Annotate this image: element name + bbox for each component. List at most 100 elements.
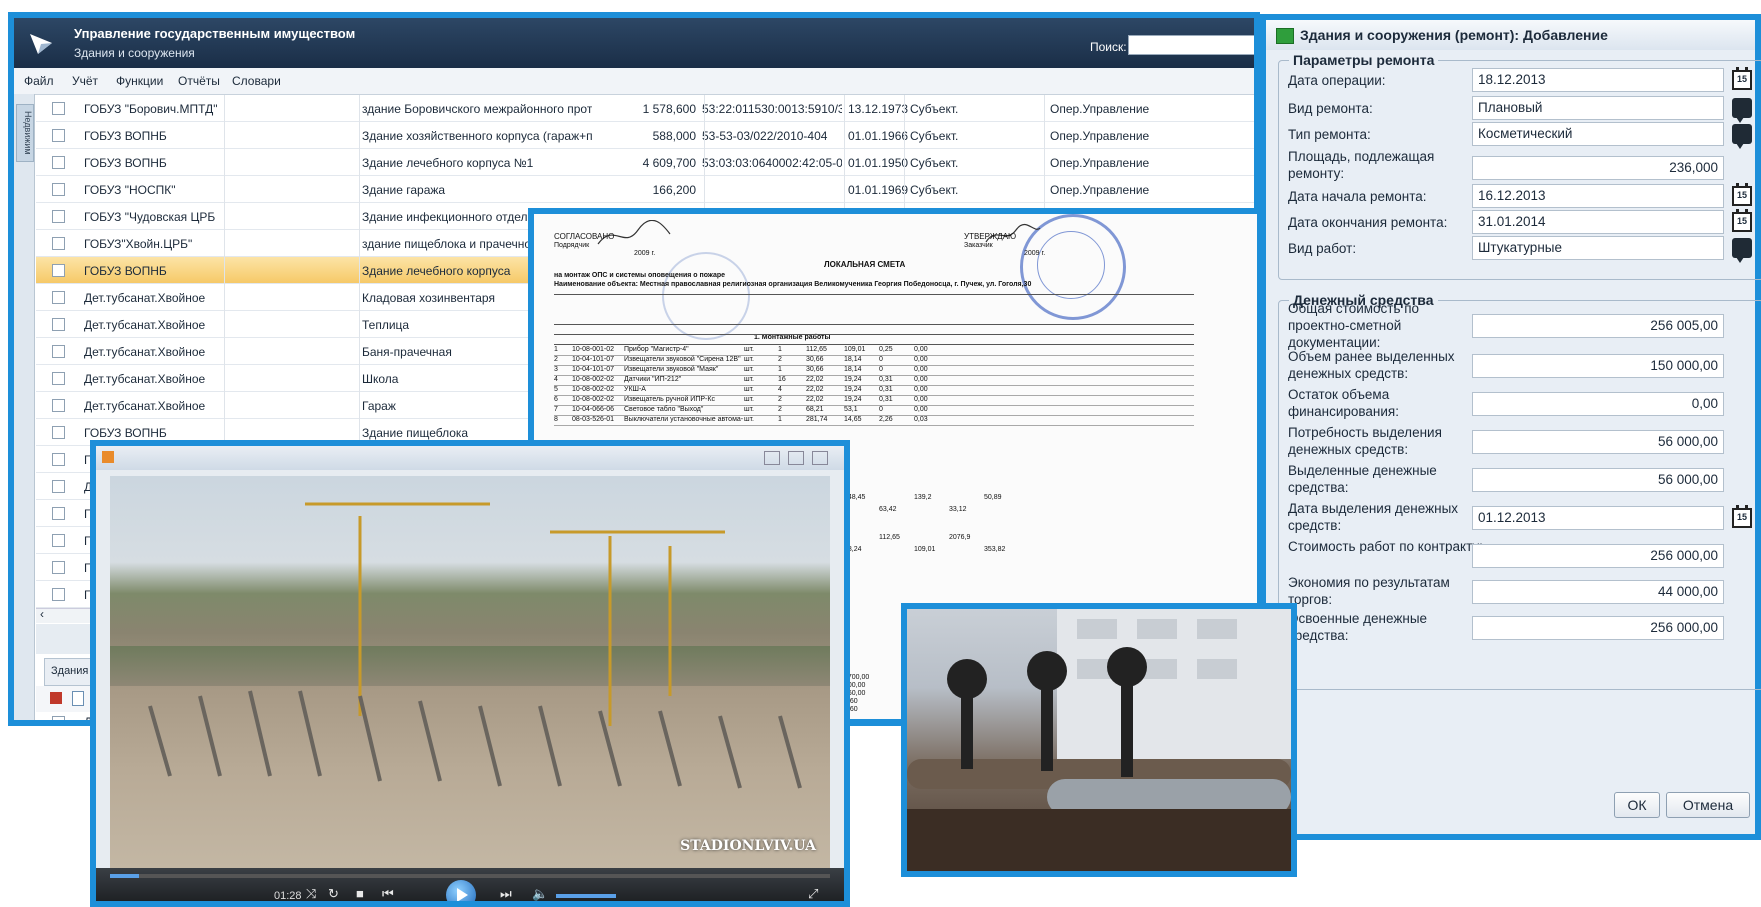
delete-icon[interactable] — [50, 692, 62, 704]
stop-icon[interactable]: ■ — [356, 886, 364, 901]
row-checkbox[interactable] — [52, 156, 65, 169]
table-rule — [554, 425, 1194, 426]
doc-contractor: Подрядчик — [554, 242, 590, 249]
new-document-icon[interactable] — [72, 691, 84, 706]
estimate-cell: 0,00 — [914, 396, 928, 403]
seek-bar[interactable] — [110, 874, 830, 878]
estimate-value: 109,01 — [914, 546, 936, 553]
table-row[interactable]: ГОБУЗ "Борович.МПТД" здание Боровичского … — [36, 95, 1254, 122]
play-button[interactable] — [446, 880, 476, 901]
field-input[interactable]: 56 000,00 — [1472, 468, 1724, 492]
row-checkbox[interactable] — [52, 480, 65, 493]
minimize-icon[interactable] — [764, 451, 780, 465]
row-checkbox[interactable] — [52, 372, 65, 385]
comment-icon[interactable] — [1732, 98, 1752, 123]
fullscreen-icon[interactable]: ⤢ — [808, 886, 818, 901]
estimate-cell: 16 — [778, 376, 786, 383]
row-checkbox[interactable] — [52, 102, 65, 115]
field-input[interactable]: 18.12.2013 — [1472, 68, 1724, 92]
field-input[interactable]: 44 000,00 — [1472, 580, 1724, 604]
field-label: Дата операции: — [1288, 73, 1386, 88]
app-logo-icon — [30, 34, 52, 54]
field-input[interactable]: Косметический — [1472, 122, 1724, 146]
calendar-icon[interactable]: 15 — [1732, 183, 1752, 206]
app-header: Управление государственным имуществом Зд… — [14, 18, 1254, 68]
field-label: Вид работ: — [1288, 241, 1357, 256]
doc-year-left: 2009 г. — [634, 250, 656, 257]
seek-progress — [110, 874, 139, 878]
row-checkbox[interactable] — [52, 264, 65, 277]
menu-file[interactable]: Файл — [24, 74, 54, 88]
app-subtitle: Здания и сооружения — [74, 46, 195, 60]
estimate-cell: Световое табло "Выход" — [624, 406, 704, 413]
cell-organization: Дет.тубсанат.Хвойное — [84, 372, 206, 386]
calendar-icon[interactable]: 15 — [1732, 209, 1752, 232]
field-input[interactable]: 31.01.2014 — [1472, 210, 1724, 234]
estimate-cell: Датчики "ИП-212" — [624, 376, 682, 383]
scroll-left-icon[interactable]: ‹ — [40, 607, 44, 621]
row-checkbox[interactable] — [52, 291, 65, 304]
table-row[interactable]: ГОБУЗ ВОПНБ Здание лечебного корпуса №1 4 … — [36, 149, 1254, 176]
doc-agreed: СОГЛАСОВАНО — [554, 232, 615, 241]
side-tab-realty[interactable]: Недвижим — [16, 104, 34, 162]
field-input[interactable]: Штукатурные — [1472, 236, 1724, 260]
calendar-icon[interactable]: 15 — [1732, 505, 1752, 528]
cancel-button[interactable]: Отмена — [1666, 792, 1750, 818]
repeat-icon[interactable]: ↻ — [328, 886, 339, 901]
field-input[interactable]: 256 005,00 — [1472, 314, 1724, 338]
comment-icon[interactable] — [1732, 238, 1752, 263]
table-row[interactable]: ГОБУЗ ВОПНБ Здание хозяйственного корпуса… — [36, 122, 1254, 149]
field-input[interactable]: Плановый — [1472, 96, 1724, 120]
cell-date: 01.01.1966 — [848, 129, 909, 143]
table-row[interactable]: ГОБУЗ "НОСПК" Здание гаража 166,200 01.01.1… — [36, 176, 1254, 203]
shuffle-icon[interactable]: ⤨ — [306, 886, 316, 901]
estimate-cell: 19,24 — [844, 396, 862, 403]
field-input[interactable]: 150 000,00 — [1472, 354, 1724, 378]
field-input[interactable]: 01.12.2013 — [1472, 506, 1724, 530]
field-label: Объем ранее выделенных денежных средств: — [1288, 349, 1455, 381]
estimate-cell: шт. — [744, 396, 754, 403]
field-input[interactable]: 256 000,00 — [1472, 616, 1724, 640]
row-checkbox[interactable] — [52, 426, 65, 439]
comment-icon[interactable] — [1732, 124, 1752, 149]
pipes-photo — [901, 603, 1297, 877]
field-label: Остаток объема финансирования: — [1288, 387, 1399, 419]
row-checkbox[interactable] — [52, 345, 65, 358]
row-checkbox[interactable] — [52, 183, 65, 196]
field-input[interactable]: 16.12.2013 — [1472, 184, 1724, 208]
row-checkbox[interactable] — [52, 129, 65, 142]
ok-button[interactable]: ОК — [1614, 792, 1660, 818]
menu-dictionaries[interactable]: Словари — [232, 74, 281, 88]
estimate-cell: 10-08-001-02 — [572, 346, 615, 353]
row-checkbox[interactable] — [52, 507, 65, 520]
field-input[interactable]: 236,000 — [1472, 156, 1724, 180]
close-icon[interactable] — [812, 451, 828, 465]
restore-icon[interactable] — [788, 451, 804, 465]
search-input[interactable] — [1128, 35, 1254, 55]
row-checkbox[interactable] — [52, 534, 65, 547]
row-checkbox[interactable] — [52, 561, 65, 574]
row-checkbox[interactable] — [52, 318, 65, 331]
row-checkbox[interactable] — [52, 453, 65, 466]
volume-icon[interactable]: 🔈 — [532, 886, 548, 901]
field-input[interactable]: 256 000,00 — [1472, 544, 1724, 568]
row-checkbox[interactable] — [52, 210, 65, 223]
field-input[interactable]: 0,00 — [1472, 392, 1724, 416]
row-checkbox[interactable] — [52, 399, 65, 412]
row-checkbox[interactable] — [52, 237, 65, 250]
estimate-cell: шт. — [744, 386, 754, 393]
field-input[interactable]: 56 000,00 — [1472, 430, 1724, 454]
previous-icon[interactable]: ⏮ — [382, 886, 394, 901]
video-frame-construction[interactable]: STADIONLVIV.UA — [110, 476, 830, 868]
menu-accounting[interactable]: Учёт — [72, 74, 98, 88]
next-icon[interactable]: ⏭ — [500, 886, 512, 901]
row-checkbox[interactable] — [52, 716, 65, 720]
calendar-icon[interactable]: 15 — [1732, 67, 1752, 90]
volume-slider[interactable] — [556, 894, 616, 898]
menu-functions[interactable]: Функции — [116, 74, 163, 88]
estimate-cell: 10-08-002-02 — [572, 376, 615, 383]
row-checkbox[interactable] — [52, 588, 65, 601]
menu-reports[interactable]: Отчёты — [178, 74, 220, 88]
estimate-cell: 10-08-002-02 — [572, 386, 615, 393]
field-label: Площадь, подлежащая ремонту: — [1288, 149, 1435, 181]
